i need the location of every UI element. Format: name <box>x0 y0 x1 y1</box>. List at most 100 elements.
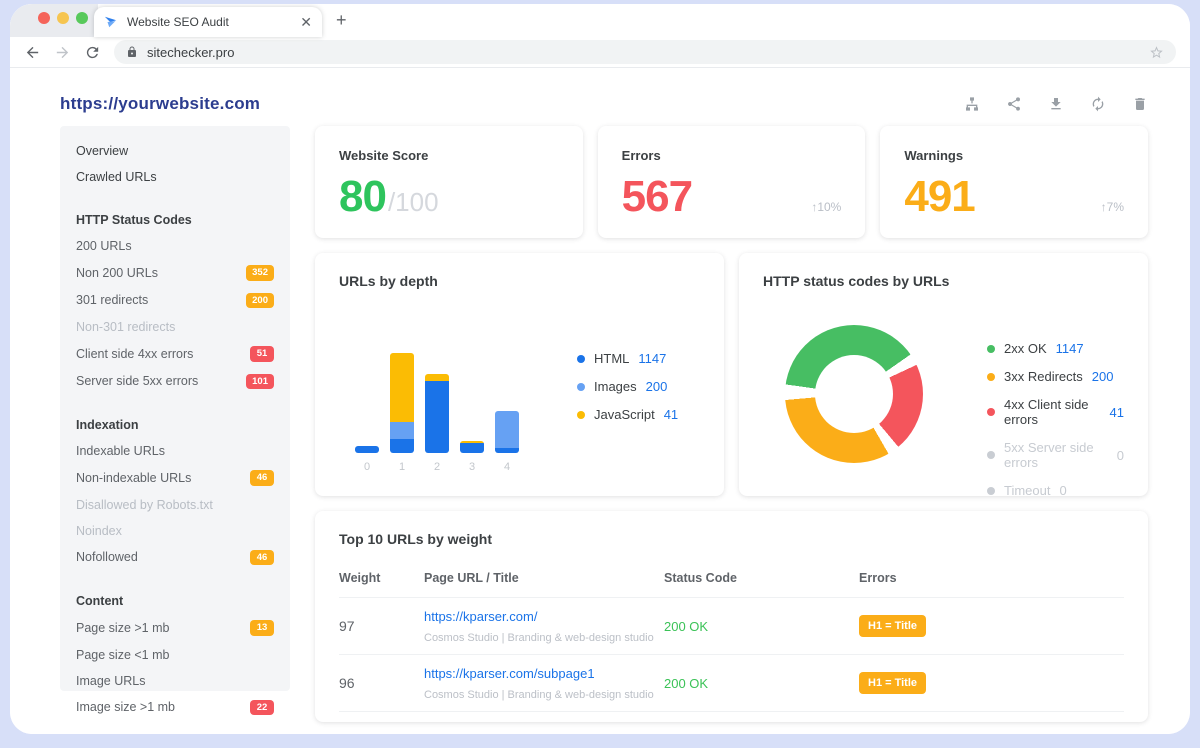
legend-dot-icon <box>987 408 995 416</box>
sidebar-item-label: Crawled URLs <box>76 170 157 184</box>
stat-value: 567 <box>622 175 692 219</box>
bar-segment-html <box>460 443 484 453</box>
browser-tab[interactable]: Website SEO Audit ✕ <box>94 7 322 37</box>
top-urls-card: Top 10 URLs by weight WeightPage URL / T… <box>315 511 1148 722</box>
bar-chart: 01234 <box>355 331 519 473</box>
sidebar-item-200-urls[interactable]: 200 URLs <box>60 233 290 259</box>
reload-icon[interactable] <box>84 44 101 61</box>
legend-dot-icon <box>987 487 995 495</box>
sidebar-item-301-redirects[interactable]: 301 redirects200 <box>60 287 290 315</box>
legend-item-3xx-redirects[interactable]: 3xx Redirects200 <box>987 369 1124 384</box>
bar-segment-html <box>425 381 449 453</box>
lock-icon <box>126 46 138 58</box>
page-url-link[interactable]: https://kparser.com/ <box>424 609 537 624</box>
sidebar-item-crawled-urls[interactable]: Crawled URLs <box>60 164 290 190</box>
legend-dot-icon <box>577 383 585 391</box>
sidebar-item-label: Noindex <box>76 524 122 538</box>
stat-label: Warnings <box>904 148 1124 163</box>
urls-by-depth-title: URLs by depth <box>339 273 700 289</box>
column-header-page-url-title: Page URL / Title <box>424 561 664 598</box>
stat-card-warnings: Warnings 491↑7% <box>880 126 1148 238</box>
legend-value: 1147 <box>1056 341 1084 356</box>
bar-depth-4 <box>495 411 519 453</box>
bar-segment-images <box>390 422 414 439</box>
legend-item-5xx-server-side-errors[interactable]: 5xx Server side errors0 <box>987 440 1124 470</box>
sidebar-item-image-size-1-mb[interactable]: Image size >1 mb22 <box>60 694 290 722</box>
bar-depth-1 <box>390 353 414 453</box>
errors-cell: H1 = Title <box>859 598 1124 655</box>
trash-icon[interactable] <box>1132 96 1148 112</box>
sidebar-item-page-size-1-mb[interactable]: Page size <1 mb <box>60 642 290 668</box>
legend-dot-icon <box>987 345 995 353</box>
back-icon[interactable] <box>24 44 41 61</box>
sidebar-item-nofollowed[interactable]: Nofollowed46 <box>60 544 290 572</box>
count-badge: 13 <box>250 620 274 636</box>
legend-label: HTML <box>594 351 629 366</box>
stat-value-row: 491 <box>904 175 1124 219</box>
count-badge: 200 <box>246 293 274 309</box>
weight-cell: 97 <box>339 598 424 655</box>
page-title-subtext: Cosmos Studio | Branding & web-design st… <box>424 632 664 644</box>
sidebar-item-label: 200 URLs <box>76 239 132 253</box>
bar-segment-html <box>495 448 519 453</box>
sidebar-section-indexation: Indexation <box>60 412 290 438</box>
sidebar-item-indexable-urls[interactable]: Indexable URLs <box>60 438 290 464</box>
sidebar-item-overview[interactable]: Overview <box>60 138 290 164</box>
table-row: 96https://kparser.com/subpage1Cosmos Stu… <box>339 655 1124 712</box>
tab-close-icon[interactable]: ✕ <box>300 15 312 29</box>
stat-value: 80 <box>339 175 386 219</box>
sidebar-item-label: Content <box>76 594 123 608</box>
minimize-window-button[interactable] <box>57 12 69 24</box>
audited-site-url: https://yourwebsite.com <box>60 94 260 114</box>
legend-dot-icon <box>987 451 995 459</box>
bar-segment-html <box>355 446 379 453</box>
sidebar-item-non-indexable-urls[interactable]: Non-indexable URLs46 <box>60 464 290 492</box>
sidebar-item-page-size-1-mb[interactable]: Page size >1 mb13 <box>60 614 290 642</box>
legend-label: 3xx Redirects <box>1004 369 1083 384</box>
sidebar-item-label: Non-indexable URLs <box>76 471 191 485</box>
legend-item-javascript[interactable]: JavaScript41 <box>577 407 678 422</box>
legend-item-html[interactable]: HTML1147 <box>577 351 678 366</box>
stat-value-suffix: /100 <box>388 187 439 218</box>
legend-value: 41 <box>1110 405 1124 420</box>
bookmark-star-icon[interactable] <box>1149 45 1164 60</box>
browser-toolbar: sitechecker.pro <box>10 37 1190 68</box>
sidebar-section-content: Content <box>60 588 290 614</box>
legend-item-4xx-client-side-errors[interactable]: 4xx Client side errors41 <box>987 397 1124 427</box>
legend-value: 200 <box>646 379 668 394</box>
sidebar-item-server-side-5xx-errors[interactable]: Server side 5xx errors101 <box>60 368 290 396</box>
zoom-window-button[interactable] <box>76 12 88 24</box>
sidebar-item-non-200-urls[interactable]: Non 200 URLs 352 <box>60 259 290 287</box>
stat-value-row: 567 <box>622 175 842 219</box>
share-icon[interactable] <box>1006 96 1022 112</box>
count-badge: 352 <box>246 265 274 281</box>
main-content: Website Score80/100Errors567↑10%Warnings… <box>315 126 1148 722</box>
bar-chart-x-axis: 01234 <box>355 461 519 473</box>
legend-item-2xx-ok[interactable]: 2xx OK1147 <box>987 341 1124 356</box>
legend-value: 0 <box>1059 483 1066 498</box>
forward-icon[interactable] <box>54 44 71 61</box>
sidebar-item-client-side-4xx-errors[interactable]: Client side 4xx errors51 <box>60 340 290 368</box>
address-bar[interactable]: sitechecker.pro <box>114 40 1176 64</box>
sidebar-item-label: Non 200 URLs <box>76 266 158 280</box>
sidebar-item-disallowed-by-robots-txt: Disallowed by Robots.txt <box>60 492 290 518</box>
sidebar-item-image-urls[interactable]: Image URLs <box>60 668 290 694</box>
sitemap-icon[interactable] <box>964 96 980 112</box>
weight-cell: 96 <box>339 655 424 712</box>
download-icon[interactable] <box>1048 96 1064 112</box>
legend-item-timeout[interactable]: Timeout0 <box>987 483 1124 498</box>
stat-delta: ↑7% <box>1101 200 1124 214</box>
x-tick-label: 4 <box>495 461 519 473</box>
sidebar-item-label: Disallowed by Robots.txt <box>76 498 213 512</box>
new-tab-button[interactable]: + <box>336 11 347 29</box>
table-row: 97https://kparser.com/Cosmos Studio | Br… <box>339 598 1124 655</box>
legend-item-images[interactable]: Images200 <box>577 379 678 394</box>
close-window-button[interactable] <box>38 12 50 24</box>
sidebar-item-noindex: Noindex <box>60 518 290 544</box>
page-url-link[interactable]: https://kparser.com/subpage1 <box>424 666 595 681</box>
x-tick-label: 1 <box>390 461 414 473</box>
x-tick-label: 0 <box>355 461 379 473</box>
stats-row: Website Score80/100Errors567↑10%Warnings… <box>315 126 1148 238</box>
refresh-icon[interactable] <box>1090 96 1106 112</box>
legend-dot-icon <box>577 411 585 419</box>
